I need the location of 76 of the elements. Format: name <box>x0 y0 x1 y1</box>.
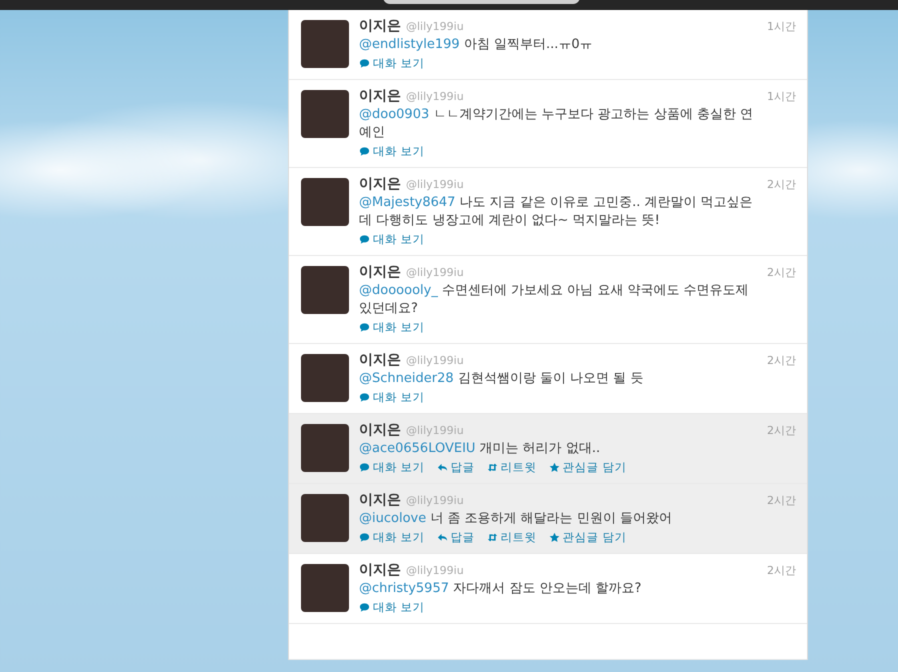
user-handle[interactable]: @lily199iu <box>406 20 464 33</box>
tweet-action-link[interactable]: 관심글 담기 <box>548 460 626 475</box>
tweet-time[interactable]: 2시간 <box>767 265 796 280</box>
tweet-time[interactable]: 2시간 <box>767 423 796 438</box>
tweet-action-link[interactable]: 대화 보기 <box>359 460 425 475</box>
speech-bubble-icon <box>359 462 370 473</box>
speech-bubble-icon <box>359 234 370 245</box>
avatar-photo[interactable] <box>301 90 349 138</box>
mention-link[interactable]: @Majesty8647 <box>359 195 456 210</box>
speech-bubble-icon <box>359 58 370 69</box>
avatar-photo[interactable] <box>301 354 349 402</box>
tweet-action-link[interactable]: 대화 보기 <box>359 144 425 159</box>
user-name[interactable]: 이지은 <box>359 17 401 35</box>
speech-bubble-icon <box>359 146 370 157</box>
mention-link[interactable]: @doooooly_ <box>359 283 438 298</box>
user-name[interactable]: 이지은 <box>359 421 401 439</box>
reply-arrow-icon <box>436 462 448 473</box>
user-handle[interactable]: @lily199iu <box>406 90 464 103</box>
user-handle[interactable]: @lily199iu <box>406 564 464 577</box>
tweet-action-link[interactable]: 답글 <box>436 460 475 475</box>
speech-bubble-icon <box>359 602 370 613</box>
user-handle[interactable]: @lily199iu <box>406 424 464 437</box>
avatar-photo[interactable] <box>301 178 349 226</box>
tweet-time[interactable]: 2시간 <box>767 353 796 368</box>
mention-link[interactable]: @christy5957 <box>359 581 449 596</box>
user-handle[interactable]: @lily199iu <box>406 354 464 367</box>
tweet-time[interactable]: 2시간 <box>767 493 796 508</box>
tweet-text: @iucolove 너 좀 조용하게 해달라는 민원이 들어왔어 <box>359 510 674 528</box>
mention-link[interactable]: @doo0903 <box>359 107 430 122</box>
tweet-time[interactable]: 2시간 <box>767 563 796 578</box>
tweet-time[interactable]: 2시간 <box>767 177 796 192</box>
mention-link[interactable]: @ace0656LOVEIU <box>359 441 476 456</box>
tweet-text: @ace0656LOVEIU 개미는 허리가 없대.. <box>359 440 602 458</box>
tweet-action-link[interactable]: 리트윗 <box>486 530 537 545</box>
tweet-action-link[interactable]: 대화 보기 <box>359 390 425 405</box>
tweet-text: @doooooly_ 수면센터에 가보세요 아님 요새 약국에도 수면유도제 있던데요? <box>359 282 750 318</box>
speech-bubble-icon <box>359 532 370 543</box>
avatar-photo[interactable] <box>301 564 349 612</box>
tweet-action-link[interactable]: 답글 <box>436 530 475 545</box>
tweet-text: @Schneider28 김현석쌤이랑 둘이 나오면 될 듯 <box>359 370 644 388</box>
reply-arrow-icon <box>436 532 448 543</box>
user-name[interactable]: 이지은 <box>359 491 401 509</box>
tweet-text: @Majesty8647 나도 지금 같은 이유로 고민중.. 계란말이 먹고싶은데 다행히도 냉장고에 계란이 없다~ 먹지말라는 뜻! <box>359 194 754 230</box>
tweet-action-link[interactable]: 대화 보기 <box>359 320 425 335</box>
avatar-photo[interactable] <box>301 266 349 314</box>
user-name[interactable]: 이지은 <box>359 263 401 281</box>
retweet-icon <box>486 462 498 473</box>
avatar-photo[interactable] <box>301 494 349 542</box>
mention-link[interactable]: @iucolove <box>359 511 426 526</box>
user-handle[interactable]: @lily199iu <box>406 266 464 279</box>
user-name[interactable]: 이지은 <box>359 87 401 105</box>
tweet-action-link[interactable]: 관심글 담기 <box>548 530 626 545</box>
speech-bubble-icon <box>359 392 370 403</box>
star-icon <box>548 462 560 473</box>
speech-bubble-icon <box>359 322 370 333</box>
mention-link[interactable]: @endlistyle199 <box>359 37 460 52</box>
tweet-text: @christy5957 자다깨서 잠도 안오는데 할까요? <box>359 580 642 598</box>
tweet-action-link[interactable]: 대화 보기 <box>359 56 425 71</box>
tweet-action-link[interactable]: 리트윗 <box>486 460 537 475</box>
star-icon <box>548 532 560 543</box>
tweet-time[interactable]: 1시간 <box>767 19 796 34</box>
user-name[interactable]: 이지은 <box>359 561 401 579</box>
tweet-action-link[interactable]: 대화 보기 <box>359 600 425 615</box>
mention-link[interactable]: @Schneider28 <box>359 371 454 386</box>
tweet-text: @endlistyle199 아침 일찍부터...ㅠ0ㅠ <box>359 36 594 54</box>
tweet-time[interactable]: 1시간 <box>767 89 796 104</box>
tweet-action-link[interactable]: 대화 보기 <box>359 530 425 545</box>
retweet-icon <box>486 532 498 543</box>
avatar-photo[interactable] <box>301 20 349 68</box>
user-name[interactable]: 이지은 <box>359 351 401 369</box>
tweet-text: @doo0903 ㄴㄴ계약기간에는 누구보다 광고하는 상품에 충실한 연예인 <box>359 106 754 142</box>
user-handle[interactable]: @lily199iu <box>406 494 464 507</box>
user-name[interactable]: 이지은 <box>359 175 401 193</box>
user-handle[interactable]: @lily199iu <box>406 178 464 191</box>
avatar-photo[interactable] <box>301 424 349 472</box>
tweet-action-link[interactable]: 대화 보기 <box>359 232 425 247</box>
